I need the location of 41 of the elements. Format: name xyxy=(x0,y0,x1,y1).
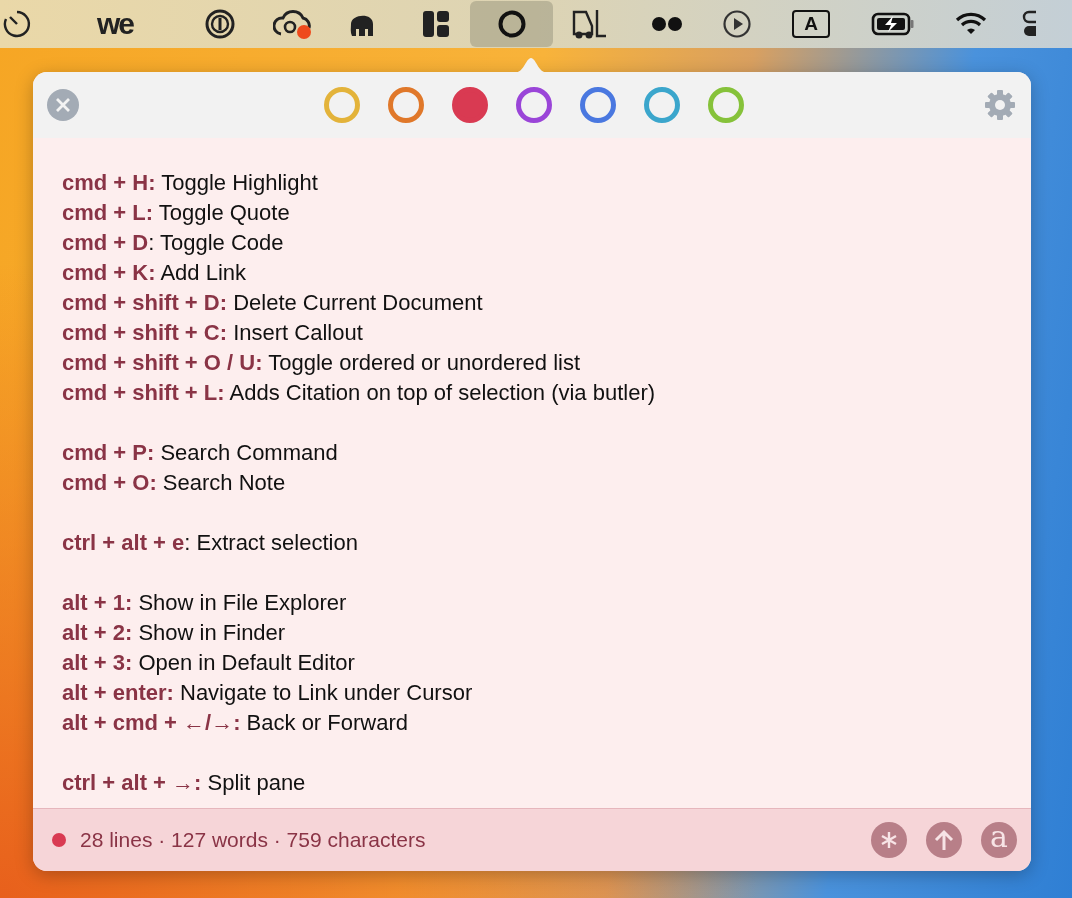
toggle-icon[interactable] xyxy=(1022,9,1036,39)
document-stats: 28 lines · 127 words · 759 characters xyxy=(80,828,426,852)
shortcut-line: alt + cmd + ←/→: Back or Forward xyxy=(62,709,409,737)
color-swatch[interactable] xyxy=(516,87,552,123)
shortcut-line: alt + 3: Open in Default Editor xyxy=(62,649,356,677)
wifi-icon[interactable] xyxy=(955,12,987,36)
shortcut-line: alt + enter: Navigate to Link under Cursor xyxy=(62,679,474,707)
shortcut-line: cmd + P: Search Command xyxy=(62,439,339,467)
color-swatch[interactable] xyxy=(388,87,424,123)
shortcut-line: ctrl + alt + e: Extract selection xyxy=(62,529,359,557)
shortcut-line: cmd + O: Search Note xyxy=(62,469,287,497)
input-source-key[interactable]: A xyxy=(792,10,830,38)
battery-icon[interactable] xyxy=(871,12,915,36)
upload-button[interactable] xyxy=(926,822,962,858)
shortcut-line: alt + 2: Show in Finder xyxy=(62,619,287,647)
ring-icon[interactable] xyxy=(496,9,527,39)
shortcut-line: cmd + D: Toggle Code xyxy=(62,229,285,257)
shortcut-line: cmd + shift + L: Adds Citation on top of selection (via butler) xyxy=(62,379,657,407)
menu-item-highlight[interactable] xyxy=(470,1,553,47)
shortcut-line: ctrl + alt + →: Split pane xyxy=(62,769,307,797)
shortcut-line: alt + 1: Show in File Explorer xyxy=(62,589,348,617)
color-swatch[interactable] xyxy=(452,87,488,123)
play-icon[interactable] xyxy=(722,9,752,39)
shortcut-line: cmd + H: Toggle Highlight xyxy=(62,169,319,197)
wordmark-logo[interactable]: we xyxy=(97,7,133,41)
shortcut-line: cmd + L: Toggle Quote xyxy=(62,199,291,227)
layout-icon[interactable] xyxy=(422,10,450,38)
shortcut-line: cmd + shift + D: Delete Current Document xyxy=(62,289,484,317)
color-swatch[interactable] xyxy=(580,87,616,123)
color-swatch[interactable] xyxy=(708,87,744,123)
shortcut-line: cmd + shift + O / U: Toggle ordered or unordered list xyxy=(62,349,582,377)
shortcut-line: cmd + K: Add Link xyxy=(62,259,248,287)
color-swatch[interactable] xyxy=(324,87,360,123)
shortcut-line: cmd + shift + C: Insert Callout xyxy=(62,319,364,347)
ring-icon[interactable] xyxy=(204,8,236,40)
two-dots-icon[interactable] xyxy=(651,16,683,32)
asterisk-button[interactable] xyxy=(871,822,907,858)
asterisk-icon xyxy=(880,831,898,849)
close-icon xyxy=(47,89,79,121)
arrow-up-icon xyxy=(934,829,954,851)
color-swatch[interactable] xyxy=(644,87,680,123)
